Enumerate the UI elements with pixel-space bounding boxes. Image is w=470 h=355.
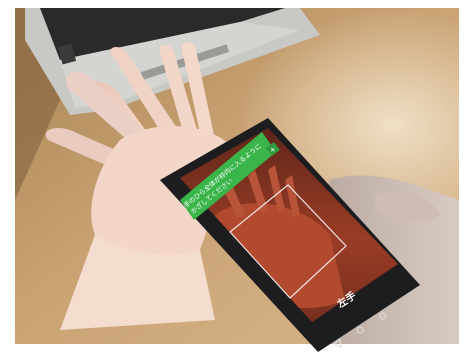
close-icon: ✕ xyxy=(270,146,275,154)
photo-scene: 手のひら全体が枠内に入るように かざしてください ✕ 左手 xyxy=(15,8,459,352)
